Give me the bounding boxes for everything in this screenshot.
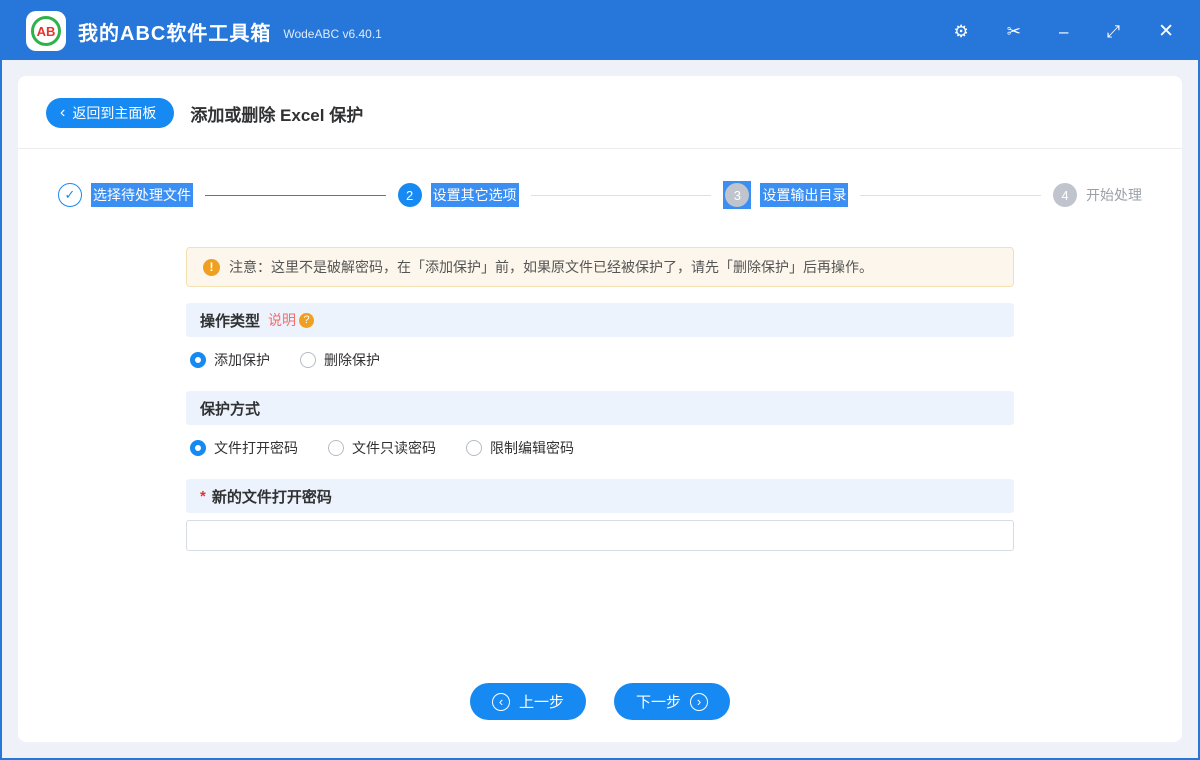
radio-readonly-password-label: 文件只读密码: [352, 440, 436, 456]
radio-edit-limit-password-label: 限制编辑密码: [490, 440, 574, 456]
step-1-check-icon: ✓: [58, 183, 82, 207]
required-asterisk: *: [200, 487, 206, 505]
radio-add-protection-label: 添加保护: [214, 352, 270, 368]
step-3-circle: 3: [725, 183, 750, 207]
radio-unselected-icon: [328, 440, 344, 456]
notice-banner: ! 注意：这里不是破解密码，在「添加保护」前，如果原文件已经被保护了，请先「删除…: [186, 247, 1014, 287]
step-connector-3: [860, 194, 1042, 196]
main-card: ‹ 返回到主面板 添加或删除 Excel 保护 ✓ 选择待处理文件 2 设置其它…: [18, 76, 1182, 742]
password-label-bar: * 新的文件打开密码: [186, 479, 1014, 513]
card-header: ‹ 返回到主面板 添加或删除 Excel 保护: [18, 76, 1182, 148]
notice-text: 注意：这里不是破解密码，在「添加保护」前，如果原文件已经被保护了，请先「删除保护…: [229, 259, 873, 275]
operation-type-options: 添加保护 删除保护: [186, 337, 1014, 379]
step-2: 2 设置其它选项: [397, 183, 519, 207]
back-button[interactable]: ‹ 返回到主面板: [46, 98, 175, 128]
password-label: 新的文件打开密码: [211, 488, 332, 506]
help-question-icon[interactable]: ?: [299, 312, 315, 328]
step-4-circle: 4: [1053, 183, 1078, 207]
radio-selected-icon: [190, 352, 206, 368]
radio-edit-limit-password[interactable]: 限制编辑密码: [466, 438, 574, 458]
app-title: 我的ABC软件工具箱: [78, 22, 272, 45]
radio-remove-protection[interactable]: 删除保护: [300, 350, 380, 370]
step-3-label: 设置输出目录: [760, 183, 849, 207]
section-protection-mode: 保护方式: [186, 391, 1014, 425]
step-3-highlight: 3: [723, 181, 752, 209]
step-2-circle: 2: [397, 183, 422, 207]
help-link[interactable]: 说明: [268, 310, 296, 330]
footer-nav: ‹ 上一步 下一步 ›: [18, 665, 1182, 742]
titlebar: AB 我的ABC软件工具箱 WodeABC v6.40.1 ⚙ ✂ – ⤢ ✕: [2, 2, 1198, 60]
radio-unselected-icon: [300, 352, 316, 368]
logo-ab-icon: AB: [31, 16, 61, 46]
back-button-label: 返回到主面板: [72, 105, 157, 121]
radio-unselected-icon: [466, 440, 482, 456]
next-step-button[interactable]: 下一步 ›: [614, 683, 731, 720]
step-4-label: 开始处理: [1086, 187, 1143, 203]
radio-selected-icon: [190, 440, 206, 456]
next-arrow-icon: ›: [690, 692, 709, 711]
prev-step-label: 上一步: [518, 694, 564, 711]
radio-remove-protection-label: 删除保护: [324, 352, 380, 368]
step-connector-2: [530, 194, 712, 196]
password-input[interactable]: [186, 520, 1014, 551]
step-4: 4 开始处理: [1053, 183, 1142, 207]
operation-type-title: 操作类型: [200, 312, 261, 330]
app-version: WodeABC v6.40.1: [283, 27, 382, 41]
section-operation-type: 操作类型 说明 ?: [186, 303, 1014, 337]
content-area: ! 注意：这里不是破解密码，在「添加保护」前，如果原文件已经被保护了，请先「删除…: [18, 221, 1182, 665]
settings-icon[interactable]: ⚙: [954, 23, 969, 40]
app-logo: AB: [26, 11, 66, 51]
minimize-button[interactable]: –: [1059, 23, 1068, 40]
protection-mode-options: 文件打开密码 文件只读密码 限制编辑密码: [186, 425, 1014, 467]
radio-add-protection[interactable]: 添加保护: [190, 350, 270, 370]
step-1: ✓ 选择待处理文件: [58, 183, 193, 207]
radio-open-password-label: 文件打开密码: [214, 440, 298, 456]
step-connector-1: [205, 194, 386, 196]
page-title: 添加或删除 Excel 保护: [190, 105, 364, 125]
radio-open-password[interactable]: 文件打开密码: [190, 438, 298, 458]
scissors-icon[interactable]: ✂: [1007, 23, 1021, 40]
protection-mode-title: 保护方式: [200, 400, 261, 418]
next-step-label: 下一步: [636, 694, 682, 711]
app-window: AB 我的ABC软件工具箱 WodeABC v6.40.1 ⚙ ✂ – ⤢ ✕ …: [0, 0, 1200, 760]
close-button[interactable]: ✕: [1158, 22, 1174, 41]
step-3: 3 设置输出目录: [723, 181, 849, 209]
prev-step-button[interactable]: ‹ 上一步: [469, 683, 586, 720]
step-2-label: 设置其它选项: [430, 183, 519, 207]
back-chevron-icon: ‹: [60, 103, 66, 121]
step-indicator: ✓ 选择待处理文件 2 设置其它选项 3 设置输出目录 4 开始处理: [18, 149, 1182, 221]
radio-readonly-password[interactable]: 文件只读密码: [328, 438, 436, 458]
prev-arrow-icon: ‹: [491, 692, 510, 711]
step-1-label: 选择待处理文件: [91, 183, 193, 207]
warning-icon: !: [203, 258, 220, 276]
titlebar-controls: ⚙ ✂ – ⤢ ✕: [954, 22, 1175, 41]
fullscreen-button[interactable]: ⤢: [1106, 23, 1120, 40]
